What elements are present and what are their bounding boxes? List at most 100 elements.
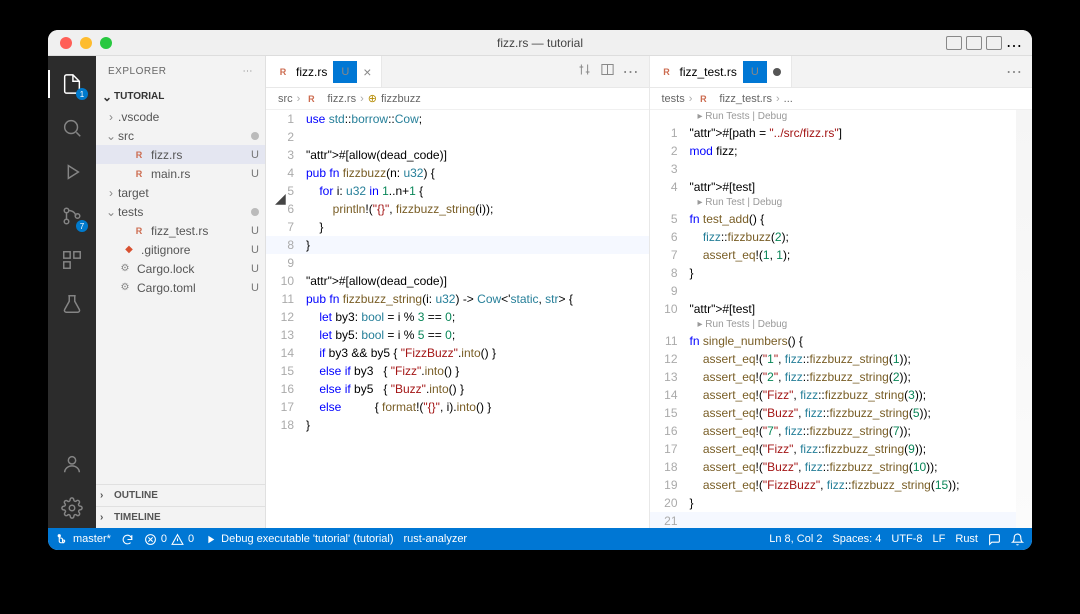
tab-fizz-test[interactable]: fizz_test.rs U	[650, 56, 792, 87]
outline-section[interactable]: › OUTLINE	[96, 484, 265, 506]
dirty-dot-icon	[251, 208, 259, 216]
codelens[interactable]: ▸ Run Test | Debug	[650, 196, 1033, 210]
accounts-activity[interactable]	[48, 444, 96, 484]
folder-node[interactable]: ⌄src	[96, 126, 265, 145]
debug-activity[interactable]	[48, 152, 96, 192]
zoom-window-button[interactable]	[100, 37, 112, 49]
folder-node[interactable]: ›.vscode	[96, 107, 265, 126]
scm-badge: 7	[76, 220, 88, 232]
code-editor-right[interactable]: ▸ Run Tests | Debug1"attr">#[path = "../…	[650, 110, 1033, 528]
titlebar: fizz.rs — tutorial ⋯	[48, 30, 1032, 56]
split-icon[interactable]	[600, 62, 615, 82]
tabs-right: fizz_test.rs U ⋯	[650, 56, 1033, 88]
rust-icon	[660, 65, 674, 79]
node-label: fizz.rs	[151, 148, 247, 162]
timeline-section[interactable]: › TIMELINE	[96, 506, 265, 528]
rust-icon	[276, 65, 290, 79]
chevron-icon: ›	[104, 110, 118, 124]
node-label: .vscode	[118, 110, 259, 124]
vscode-window: fizz.rs — tutorial ⋯ 1 7	[48, 30, 1032, 550]
tab-label: fizz_test.rs	[680, 65, 737, 79]
codelens[interactable]: ▸ Run Tests | Debug	[650, 318, 1033, 332]
language-status[interactable]: Rust	[955, 533, 978, 545]
node-label: target	[118, 186, 259, 200]
rust-analyzer-status[interactable]: rust-analyzer	[404, 533, 468, 545]
breadcrumbs-right[interactable]: tests› fizz_test.rs› ...	[650, 88, 1033, 110]
code-editor-left[interactable]: 1use std::borrow::Cow;23"attr">#[allow(d…	[266, 110, 649, 528]
chevron-icon: ›	[104, 186, 118, 200]
more-icon[interactable]: ⋯	[1006, 62, 1022, 82]
git-status: U	[251, 263, 259, 275]
codelens[interactable]: ▸ Run Tests | Debug	[650, 110, 1033, 124]
toml-icon	[118, 262, 132, 276]
breadcrumbs-left[interactable]: src› fizz.rs› ⊕fizzbuzz	[266, 88, 649, 110]
minimize-window-button[interactable]	[80, 37, 92, 49]
node-label: src	[118, 129, 247, 143]
activity-bar: 1 7	[48, 56, 96, 528]
git-status: U	[251, 149, 259, 161]
file-node[interactable]: Cargo.lock U	[96, 259, 265, 278]
editor-group: fizz.rs U × ⋯ src› fizz.rs› ⊕fizzbuzz	[266, 56, 1032, 528]
debug-target[interactable]: Debug executable 'tutorial' (tutorial)	[204, 533, 393, 546]
node-label: fizz_test.rs	[151, 224, 247, 238]
problems-status[interactable]: 0 0	[144, 533, 194, 546]
git-status: U	[251, 225, 259, 237]
close-icon[interactable]: ×	[363, 65, 371, 79]
extensions-activity[interactable]	[48, 240, 96, 280]
tab-label: fizz.rs	[296, 65, 327, 79]
explorer-header: EXPLORER ⋯	[96, 56, 265, 86]
explorer-title: EXPLORER	[108, 66, 166, 77]
search-activity[interactable]	[48, 108, 96, 148]
sync-status[interactable]	[121, 533, 134, 546]
modified-dot-icon	[773, 68, 781, 76]
settings-activity[interactable]	[48, 488, 96, 528]
rust-icon	[696, 92, 710, 106]
chevron-icon: ⌄	[104, 129, 118, 143]
node-label: tests	[118, 205, 247, 219]
file-node[interactable]: fizz_test.rs U	[96, 221, 265, 240]
window-title: fizz.rs — tutorial	[497, 36, 583, 50]
file-node[interactable]: main.rs U	[96, 164, 265, 183]
explorer-badge: 1	[76, 88, 88, 100]
cursor-position[interactable]: Ln 8, Col 2	[769, 533, 822, 545]
editor-pane-right: fizz_test.rs U ⋯ tests› fizz_test.rs› ..…	[650, 56, 1033, 528]
file-node[interactable]: fizz.rs U	[96, 145, 265, 164]
indent-status[interactable]: Spaces: 4	[832, 533, 881, 545]
folder-node[interactable]: ⌄tests	[96, 202, 265, 221]
file-node[interactable]: Cargo.toml U	[96, 278, 265, 297]
toml-icon	[118, 281, 132, 295]
chevron-icon: ⌄	[104, 205, 118, 219]
folder-root[interactable]: ⌄ TUTORIAL	[96, 86, 265, 107]
encoding-status[interactable]: UTF-8	[891, 533, 922, 545]
scm-activity[interactable]: 7	[48, 196, 96, 236]
explorer-activity[interactable]: 1	[48, 64, 96, 104]
branch-status[interactable]: master*	[56, 533, 111, 546]
minimap[interactable]	[1016, 110, 1032, 528]
explorer-more-icon[interactable]: ⋯	[243, 66, 254, 77]
git-status: U	[251, 244, 259, 256]
tab-fizz[interactable]: fizz.rs U ×	[266, 56, 382, 87]
more-icon[interactable]: ⋯	[623, 62, 639, 82]
file-node[interactable]: .gitignore U	[96, 240, 265, 259]
bell-icon[interactable]	[1011, 533, 1024, 546]
testing-activity[interactable]	[48, 284, 96, 324]
node-label: .gitignore	[141, 243, 247, 257]
rust-icon	[132, 148, 146, 162]
node-label: Cargo.toml	[137, 281, 247, 295]
status-bar: master* 0 0 Debug executable 'tutorial' …	[48, 528, 1032, 550]
compare-icon[interactable]	[577, 62, 592, 82]
folder-node[interactable]: ›target	[96, 183, 265, 202]
close-window-button[interactable]	[60, 37, 72, 49]
eol-status[interactable]: LF	[933, 533, 946, 545]
git-status: U	[251, 282, 259, 294]
tabs-left: fizz.rs U × ⋯	[266, 56, 649, 88]
tab-git-status: U	[743, 61, 767, 83]
feedback-icon[interactable]	[988, 533, 1001, 546]
node-label: Cargo.lock	[137, 262, 247, 276]
explorer-sidebar: EXPLORER ⋯ ⌄ TUTORIAL ›.vscode⌄srcfizz.r…	[96, 56, 266, 528]
node-label: main.rs	[151, 167, 247, 181]
breakpoint-marker-icon: ◢	[275, 190, 286, 207]
rust-icon	[304, 92, 318, 106]
git-status: U	[251, 168, 259, 180]
layout-controls[interactable]: ⋯	[946, 36, 1022, 50]
